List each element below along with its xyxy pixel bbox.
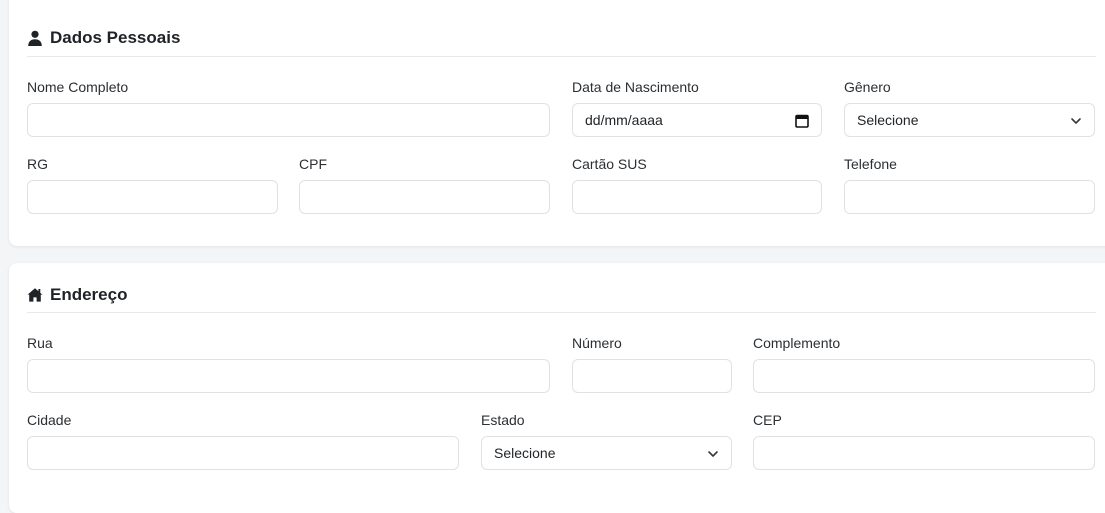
calendar-icon[interactable] [795, 114, 809, 128]
cpf-label: CPF [299, 156, 327, 172]
cidade-input[interactable] [27, 436, 459, 470]
home-icon [27, 288, 43, 302]
numero-label: Número [572, 335, 622, 351]
genero-selected: Selecione [857, 112, 919, 128]
estado-selected: Selecione [494, 445, 556, 461]
rua-label: Rua [27, 335, 53, 351]
cep-input[interactable] [753, 436, 1095, 470]
address-card: Endereço Rua Número Complemento Cidade E… [9, 263, 1105, 513]
rg-input[interactable] [27, 180, 278, 214]
personal-data-card: Dados Pessoais Nome Completo Data de Nas… [9, 0, 1105, 246]
user-icon [28, 30, 42, 46]
nascimento-placeholder: dd/mm/aaaa [585, 112, 663, 128]
complemento-label: Complemento [753, 335, 841, 351]
telefone-label: Telefone [844, 156, 897, 172]
sus-input[interactable] [572, 180, 822, 214]
cpf-input[interactable] [299, 180, 550, 214]
address-title: Endereço [50, 285, 128, 304]
rua-input[interactable] [27, 359, 550, 393]
nome-label: Nome Completo [27, 79, 129, 95]
address-heading: Endereço [27, 285, 127, 305]
estado-select[interactable]: Selecione [481, 436, 732, 470]
cep-label: CEP [753, 412, 782, 428]
chevron-down-icon [1071, 118, 1081, 124]
complemento-input[interactable] [753, 359, 1095, 393]
personal-data-heading: Dados Pessoais [27, 28, 180, 48]
cidade-label: Cidade [27, 412, 72, 428]
numero-input[interactable] [572, 359, 732, 393]
nascimento-date-input[interactable]: dd/mm/aaaa [572, 103, 822, 137]
estado-label: Estado [481, 412, 525, 428]
nascimento-label: Data de Nascimento [572, 79, 699, 95]
nome-input[interactable] [27, 103, 550, 137]
genero-label: Gênero [844, 79, 891, 95]
sus-label: Cartão SUS [572, 156, 647, 172]
genero-select[interactable]: Selecione [844, 103, 1095, 137]
personal-data-divider [27, 56, 1096, 57]
personal-data-title: Dados Pessoais [50, 28, 181, 47]
chevron-down-icon [708, 451, 718, 457]
rg-label: RG [27, 156, 48, 172]
address-divider [27, 312, 1096, 313]
telefone-input[interactable] [844, 180, 1095, 214]
